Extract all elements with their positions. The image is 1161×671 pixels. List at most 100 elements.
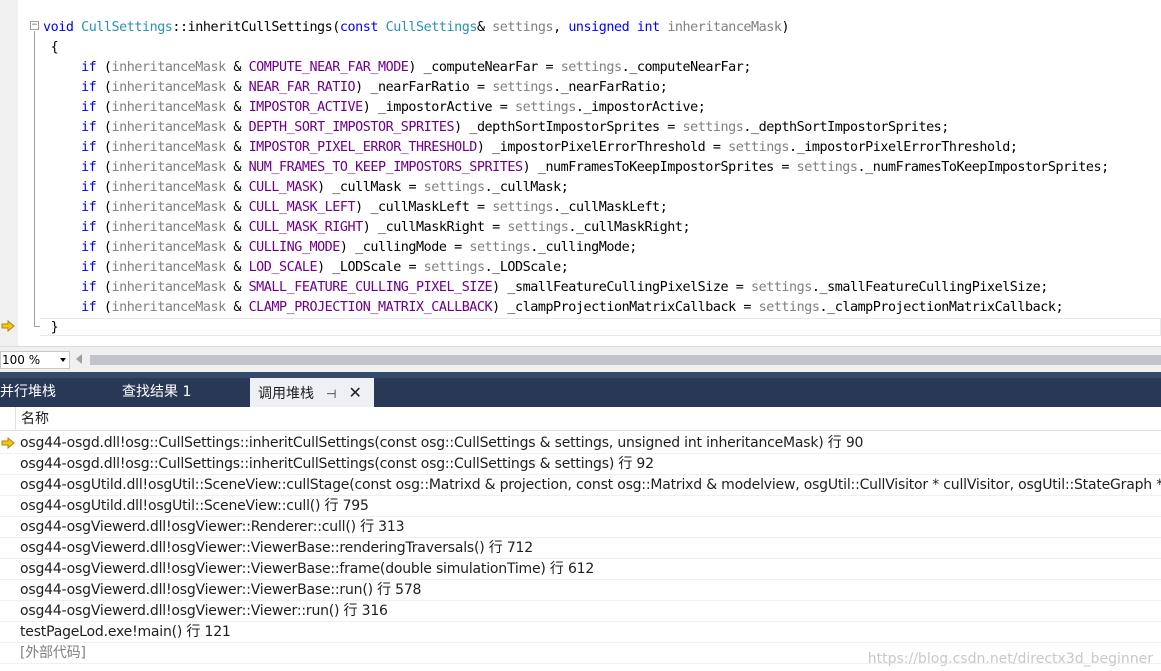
code-line[interactable]: if (inheritanceMask & NUM_FRAMES_TO_KEEP… [43,158,1109,178]
keyword-if: if [81,140,97,155]
chevron-down-icon[interactable] [60,358,66,362]
tab-parallel-stacks[interactable]: 并行堆栈 [0,378,64,407]
settings-variable: settings [423,260,485,275]
member-source: _cullMask [492,180,561,195]
code-line[interactable]: if (inheritanceMask & CULL_MASK_RIGHT) _… [43,218,691,238]
mask-variable: inheritanceMask [111,100,227,115]
current-statement-arrow-icon[interactable] [1,320,15,332]
zoom-dropdown[interactable]: 100 % [0,351,70,369]
member-source: _impostorPixelErrorThreshold [796,140,1011,155]
code-line[interactable]: if (inheritanceMask & LOD_SCALE) _LODSca… [43,258,569,278]
member-source: _cullMaskRight [575,220,683,235]
param-settings: settings [492,20,554,35]
settings-variable: settings [682,120,744,135]
settings-variable: settings [796,160,858,175]
code-line[interactable]: if (inheritanceMask & SMALL_FEATURE_CULL… [43,278,1048,298]
code-line[interactable]: if (inheritanceMask & IMPOSTOR_PIXEL_ERR… [43,138,1018,158]
column-header[interactable]: 名称 [0,407,1161,431]
frame-name: osg44-osgViewerd.dll!osgViewer::ViewerBa… [20,561,595,577]
code-line-signature[interactable]: void CullSettings::inheritCullSettings(c… [43,18,790,38]
call-stack-row[interactable]: osg44-osgViewerd.dll!osgViewer::Renderer… [0,517,1161,538]
member-target: _cullMaskRight [377,220,485,235]
member-target: _cullMaskLeft [370,200,470,215]
member-target: _nearFarRatio [370,80,470,95]
code-line-close-brace[interactable]: } [43,318,59,338]
watermark: https://blog.csdn.net/directx3d_beginner [867,651,1153,667]
tab-call-stack[interactable]: 调用堆栈 ⊣ ✕ [250,378,374,407]
settings-variable: settings [507,220,569,235]
header-gutter [0,407,16,431]
horizontal-scrollbar-thumb[interactable] [90,355,1161,365]
keyword-const: const [339,20,379,35]
tab-find-results[interactable]: 查找结果 1 [114,378,199,407]
mask-variable: inheritanceMask [111,160,227,175]
call-stack-row[interactable]: osg44-osgViewerd.dll!osgViewer::ViewerBa… [0,559,1161,580]
mask-constant: NUM_FRAMES_TO_KEEP_IMPOSTORS_SPRITES [248,160,523,175]
mask-constant: NEAR_FAR_RATIO [248,80,356,95]
member-source: _clampProjectionMatrixCallback [827,300,1056,315]
call-stack-row[interactable]: osg44-osgViewerd.dll!osgViewer::ViewerBa… [0,580,1161,601]
close-icon[interactable]: ✕ [348,378,361,407]
mask-constant: IMPOSTOR_ACTIVE [248,100,364,115]
mask-constant: COMPUTE_NEAR_FAR_MODE [248,60,409,75]
open-brace: { [50,40,59,55]
keyword-if: if [81,220,97,235]
editor-margin[interactable] [0,0,18,346]
call-stack-row[interactable]: osg44-osgUtild.dll!osgUtil::SceneView::c… [0,475,1161,496]
keyword-unsigned: unsigned [568,20,630,35]
call-stack-row[interactable]: osg44-osgViewerd.dll!osgViewer::Viewer::… [0,601,1161,622]
settings-variable: settings [469,240,531,255]
tab-label: 查找结果 1 [122,384,192,400]
keyword-if: if [81,240,97,255]
call-stack-row[interactable]: osg44-osgd.dll!osg::CullSettings::inheri… [0,454,1161,475]
keyword-if: if [81,280,97,295]
member-source: _cullMaskLeft [560,200,660,215]
call-stack-panel: 名称 osg44-osgd.dll!osg::CullSettings::inh… [0,407,1161,671]
code-line[interactable]: if (inheritanceMask & CULL_MASK_LEFT) _c… [43,198,668,218]
code-line[interactable]: if (inheritanceMask & CULL_MASK) _cullMa… [43,178,569,198]
settings-variable: settings [728,140,790,155]
mask-constant: LOD_SCALE [248,260,318,275]
member-source: _LODScale [492,260,561,275]
keyword-if: if [81,60,97,75]
code-editor[interactable]: − void CullSettings::inheritCullSettings… [0,0,1161,346]
mask-constant: DEPTH_SORT_IMPOSTOR_SPRITES [248,120,455,135]
tab-label: 并行堆栈 [0,384,56,400]
mask-constant: CULL_MASK_LEFT [248,200,356,215]
pin-icon[interactable]: ⊣ [326,380,336,409]
zoom-value: 100 % [2,353,41,367]
code-line-open-brace[interactable]: { [43,38,59,58]
call-stack-row[interactable]: osg44-osgd.dll!osg::CullSettings::inheri… [0,433,1161,454]
keyword-if: if [81,100,97,115]
mask-variable: inheritanceMask [111,80,227,95]
column-name[interactable]: 名称 [21,407,49,431]
code-line[interactable]: if (inheritanceMask & NEAR_FAR_RATIO) _n… [43,78,668,98]
code-line[interactable]: if (inheritanceMask & IMPOSTOR_ACTIVE) _… [43,98,706,118]
close-brace: } [50,320,59,335]
param-type: CullSettings [385,20,478,35]
mask-constant: CULL_MASK_RIGHT [248,220,364,235]
call-stack-row[interactable]: testPageLod.exe!main() 行 121 [0,622,1161,643]
keyword-void: void [43,20,74,35]
keyword-if: if [81,160,97,175]
call-stack-row[interactable]: osg44-osgUtild.dll!osgUtil::SceneView::c… [0,496,1161,517]
mask-constant: CULLING_MODE [248,240,341,255]
code-line[interactable]: if (inheritanceMask & CLAMP_PROJECTION_M… [43,298,1063,318]
collapse-toggle-icon[interactable]: − [30,21,39,30]
settings-variable: settings [758,300,820,315]
member-target: _cullingMode [355,240,447,255]
member-target: _depthSortImpostorSprites [469,120,660,135]
keyword-int: int [636,20,660,35]
frame-name: osg44-osgd.dll!osg::CullSettings::inheri… [20,435,864,451]
scroll-left-icon[interactable] [76,354,82,364]
member-target: _smallFeatureCullingPixelSize [507,280,729,295]
code-line[interactable]: if (inheritanceMask & CULLING_MODE) _cul… [43,238,637,258]
mask-constant: IMPOSTOR_PIXEL_ERROR_THRESHOLD [248,140,478,155]
member-source: _smallFeatureCullingPixelSize [819,280,1041,295]
scope-operator: :: [172,20,188,35]
code-line[interactable]: if (inheritanceMask & DEPTH_SORT_IMPOSTO… [43,118,949,138]
call-stack-row[interactable]: osg44-osgViewerd.dll!osgViewer::ViewerBa… [0,538,1161,559]
code-line[interactable]: if (inheritanceMask & COMPUTE_NEAR_FAR_M… [43,58,751,78]
member-target: _impostorPixelErrorThreshold [492,140,706,155]
mask-variable: inheritanceMask [111,220,227,235]
